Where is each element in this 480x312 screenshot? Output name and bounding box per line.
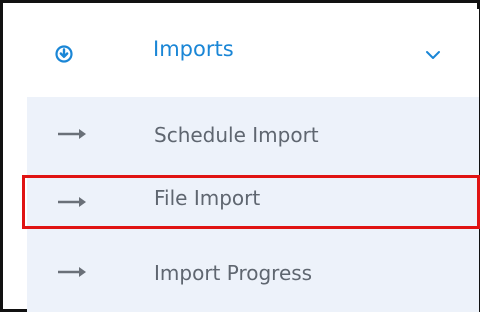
menu-item-schedule-import[interactable]: Schedule Import [27,101,479,165]
arrow-right-icon [58,197,86,207]
menu-item-import-progress[interactable]: Import Progress [27,239,479,303]
imports-submenu: Schedule Import File Import Import Progr… [27,97,479,312]
imports-menu-header[interactable]: Imports [27,9,479,97]
arrow-right-icon [58,129,86,139]
imports-menu-label: Imports [153,37,234,61]
menu-frame: Imports Schedule Import File Import Impo… [0,0,480,312]
arrow-right-icon [58,267,86,277]
chevron-down-icon[interactable] [425,49,441,61]
menu-item-file-import[interactable]: File Import [27,169,479,233]
download-circle-icon [55,45,73,63]
menu-item-label: Schedule Import [154,123,319,147]
menu-item-label: Import Progress [154,261,313,285]
menu-item-label: File Import [154,186,261,210]
